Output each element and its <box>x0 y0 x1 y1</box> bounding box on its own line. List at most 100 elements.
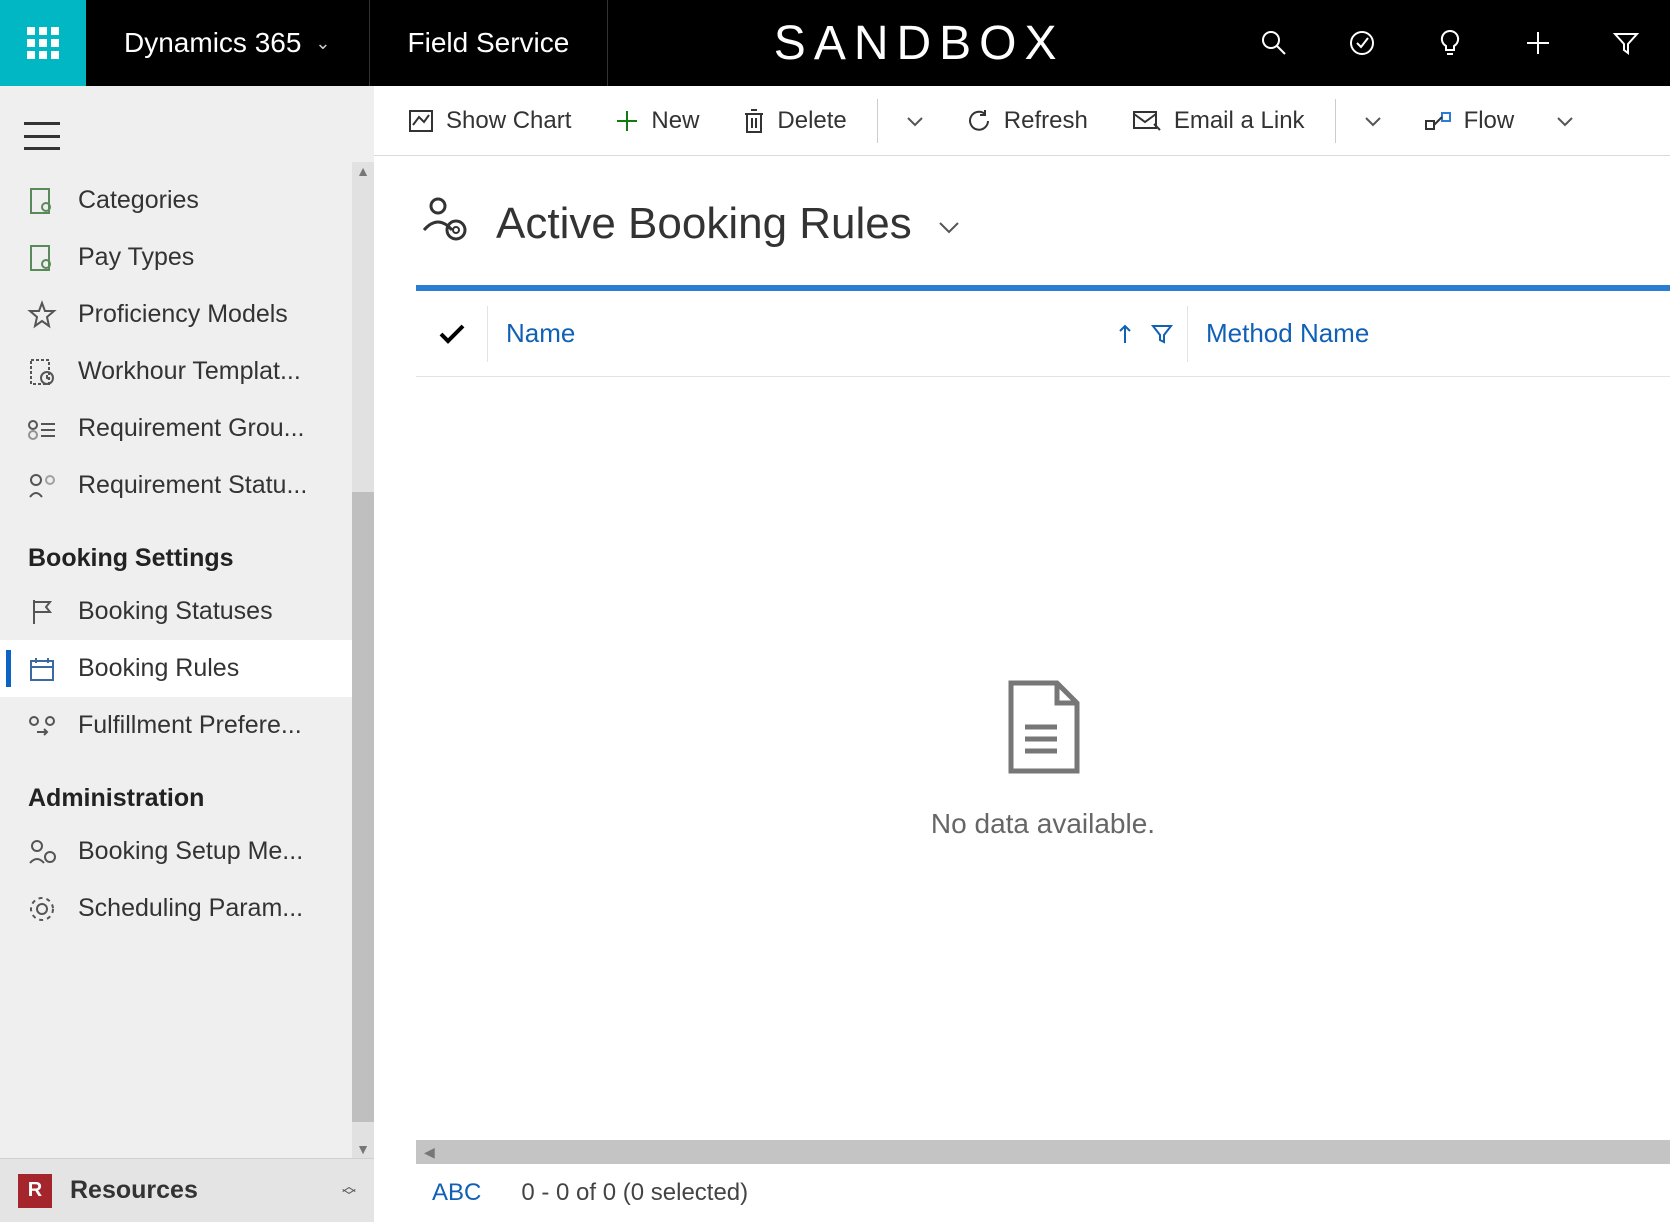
email-icon <box>1132 110 1162 132</box>
nav-label: Booking Statuses <box>78 597 273 626</box>
command-bar: Show Chart New Delete Refresh Email a Li… <box>374 86 1670 156</box>
nav-requirement-groups[interactable]: Requirement Grou... <box>0 400 374 457</box>
scrollbar-thumb[interactable] <box>352 492 374 1122</box>
cmd-label: Show Chart <box>446 107 571 135</box>
sort-asc-icon[interactable] <box>1117 323 1133 345</box>
grid-footer: ABC 0 - 0 of 0 (0 selected) <box>374 1164 1670 1222</box>
area-switcher[interactable]: R Resources ︿﹀ <box>0 1158 374 1222</box>
chevron-down-icon <box>906 116 924 128</box>
nav-scheduling-parameters[interactable]: Scheduling Param... <box>0 880 374 937</box>
view-selector[interactable] <box>938 207 960 241</box>
trash-icon <box>743 108 765 134</box>
app-launcher-button[interactable] <box>0 0 86 86</box>
nav-requirement-statuses[interactable]: Requirement Statu... <box>0 457 374 514</box>
nav-pay-types[interactable]: Pay Types <box>0 229 374 286</box>
chevron-down-icon <box>1556 116 1574 128</box>
nav-workhour-templates[interactable]: Workhour Templat... <box>0 343 374 400</box>
module-label: Field Service <box>408 27 570 59</box>
nav-booking-setup-metadata[interactable]: Booking Setup Me... <box>0 823 374 880</box>
site-map: Categories Pay Types Proficiency Models … <box>0 86 374 1222</box>
column-header-method-name[interactable]: Method Name <box>1188 306 1670 362</box>
gear-icon <box>28 895 56 923</box>
nav-proficiency-models[interactable]: Proficiency Models <box>0 286 374 343</box>
grid-body: No data available. <box>416 377 1670 1140</box>
nav-group-booking-settings: Booking Settings <box>0 514 374 583</box>
product-switcher[interactable]: Dynamics 365 ⌄ <box>86 0 370 86</box>
environment-badge: SANDBOX <box>608 0 1230 86</box>
scroll-left-icon: ◀ <box>424 1144 435 1161</box>
nav-label: Scheduling Param... <box>78 894 303 923</box>
filter-button[interactable] <box>1582 0 1670 86</box>
flow-dropdown[interactable] <box>1540 99 1590 143</box>
sitemap-toggle[interactable] <box>24 122 60 150</box>
grid-header-row: Name Method Name <box>416 291 1670 377</box>
separator <box>1335 99 1336 143</box>
nav-label: Pay Types <box>78 243 194 272</box>
document-icon <box>1001 677 1085 784</box>
entity-icon <box>416 196 470 251</box>
column-label: Name <box>506 318 575 349</box>
delete-button[interactable]: Delete <box>725 99 864 143</box>
check-icon <box>438 323 466 345</box>
new-button[interactable]: New <box>597 99 717 143</box>
global-header: Dynamics 365 ⌄ Field Service SANDBOX <box>0 0 1670 86</box>
nav-booking-statuses[interactable]: Booking Statuses <box>0 583 374 640</box>
flag-icon <box>28 598 56 626</box>
sidebar-scrollbar[interactable]: ▲ ▼ <box>352 162 374 1158</box>
chevron-down-icon <box>938 221 960 235</box>
refresh-icon <box>966 108 992 134</box>
scroll-down-icon: ▼ <box>352 1140 374 1158</box>
help-button[interactable] <box>1406 0 1494 86</box>
chart-icon <box>408 109 434 133</box>
chevron-down-icon: ⌄ <box>315 33 330 54</box>
email-dropdown[interactable] <box>1348 99 1398 143</box>
nav-group-administration: Administration <box>0 754 374 823</box>
scroll-up-icon: ▲ <box>352 162 374 180</box>
nav-label: Workhour Templat... <box>78 357 301 386</box>
search-button[interactable] <box>1230 0 1318 86</box>
people-list-icon <box>28 415 56 443</box>
delete-dropdown[interactable] <box>890 99 940 143</box>
horizontal-scrollbar[interactable]: ◀ <box>416 1140 1670 1164</box>
lightbulb-icon <box>1439 29 1461 57</box>
updown-icon: ︿﹀ <box>342 1181 356 1201</box>
global-actions <box>1230 0 1670 86</box>
nav-booking-rules[interactable]: Booking Rules <box>0 640 374 697</box>
plus-icon <box>615 109 639 133</box>
alpha-filter[interactable]: ABC <box>432 1179 481 1207</box>
data-grid: Name Method Name No data available. <box>416 285 1670 1140</box>
cmd-label: Flow <box>1464 107 1515 135</box>
flow-icon <box>1424 111 1452 131</box>
nav-fulfillment-preferences[interactable]: Fulfillment Prefere... <box>0 697 374 754</box>
column-label: Method Name <box>1206 318 1369 349</box>
flow-button[interactable]: Flow <box>1406 99 1533 143</box>
module-name[interactable]: Field Service <box>370 0 609 86</box>
add-button[interactable] <box>1494 0 1582 86</box>
environment-label: SANDBOX <box>774 16 1065 71</box>
nav-list: Categories Pay Types Proficiency Models … <box>0 162 374 1158</box>
calendar-icon <box>28 655 56 683</box>
document-person-icon <box>28 244 56 272</box>
chevron-down-icon <box>1364 116 1382 128</box>
refresh-button[interactable]: Refresh <box>948 99 1106 143</box>
task-button[interactable] <box>1318 0 1406 86</box>
check-circle-icon <box>1349 30 1375 56</box>
column-header-name[interactable]: Name <box>488 306 1188 362</box>
filter-icon[interactable] <box>1151 323 1173 345</box>
person-branch-icon <box>28 472 56 500</box>
cmd-label: Delete <box>777 107 846 135</box>
select-all-checkbox[interactable] <box>416 306 488 362</box>
nav-label: Booking Setup Me... <box>78 837 303 866</box>
nav-label: Fulfillment Prefere... <box>78 711 302 740</box>
people-swap-icon <box>28 712 56 740</box>
nav-label: Requirement Grou... <box>78 414 305 443</box>
document-clock-icon <box>28 358 56 386</box>
show-chart-button[interactable]: Show Chart <box>390 99 589 143</box>
waffle-icon <box>27 27 59 59</box>
view-header: Active Booking Rules <box>374 156 1670 285</box>
paging-info: 0 - 0 of 0 (0 selected) <box>521 1179 748 1207</box>
document-person-icon <box>28 187 56 215</box>
product-name: Dynamics 365 <box>124 27 301 59</box>
nav-categories[interactable]: Categories <box>0 172 374 229</box>
email-link-button[interactable]: Email a Link <box>1114 99 1323 143</box>
